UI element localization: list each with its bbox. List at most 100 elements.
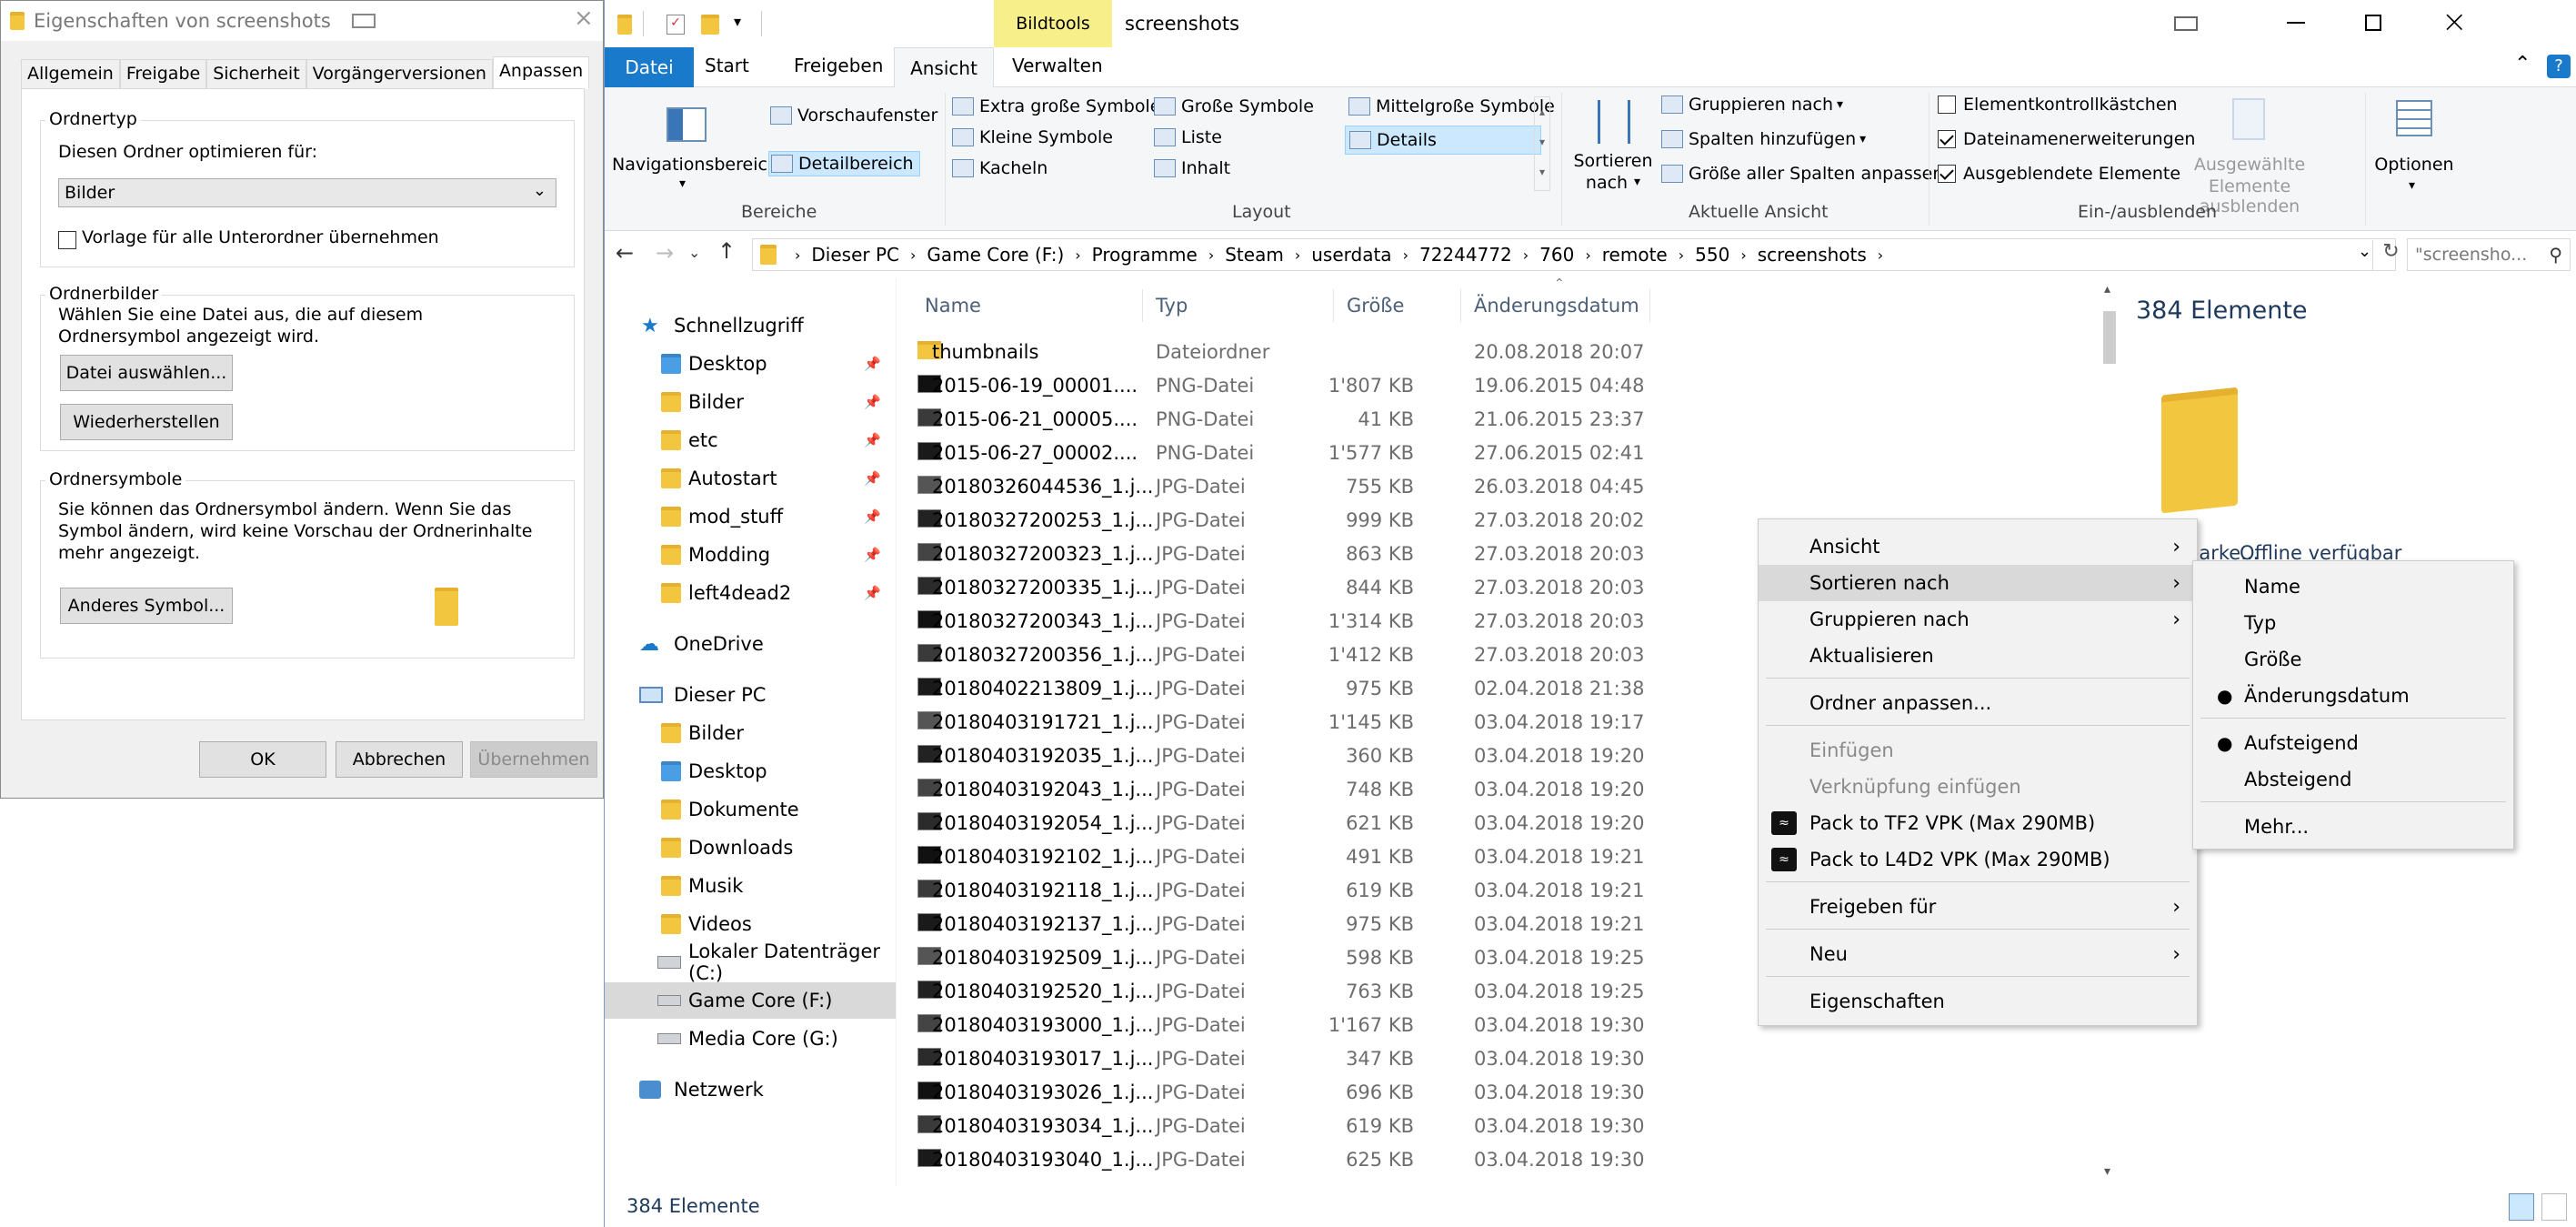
menu-item-aktualisieren[interactable]: Aktualisieren xyxy=(1759,638,2197,674)
hide-selected-button[interactable]: Ausgewählte Elemente ausblenden xyxy=(2163,95,2336,216)
pin-icon[interactable]: 📌 xyxy=(864,356,881,372)
pin-window-icon[interactable] xyxy=(352,14,376,28)
menu-item-sortieren-nach[interactable]: Sortieren nach › xyxy=(1759,565,2197,601)
nav-pc-musik[interactable]: Musik xyxy=(605,868,896,904)
tab-start[interactable]: Start xyxy=(705,55,749,76)
forward-arrow-icon[interactable]: → xyxy=(656,240,674,266)
layout-large[interactable]: Große Symbole xyxy=(1154,96,1314,116)
breadcrumb-programme[interactable]: Programme xyxy=(1092,244,1198,266)
tab-freigabe[interactable]: Freigabe xyxy=(119,59,207,89)
layout-list[interactable]: Liste xyxy=(1154,127,1222,147)
item-checkboxes-toggle[interactable]: Elementkontrollkästchen xyxy=(1938,95,2178,115)
restore-button[interactable]: Wiederherstellen xyxy=(60,404,233,440)
table-row[interactable]: 20180403193034_1.j... JPG-Datei 619 KB 03.0… xyxy=(897,1109,2100,1142)
nav-pc-bilder[interactable]: Bilder xyxy=(605,715,896,751)
layout-details[interactable]: Details xyxy=(1345,126,1541,155)
nav-bilder[interactable]: Bilder 📌 xyxy=(605,384,896,420)
table-row[interactable]: 20180326044536_1.j... JPG-Datei 755 KB 26.0… xyxy=(897,469,2100,503)
sort-more[interactable]: Mehr... xyxy=(2193,809,2513,845)
apply-button[interactable]: Übernehmen xyxy=(470,741,597,778)
qat-dropdown-icon[interactable]: ▾ xyxy=(734,13,741,30)
ribbon-collapse-icon[interactable]: ⌃ xyxy=(2514,53,2531,75)
pin-icon[interactable]: 📌 xyxy=(864,508,881,525)
group-by-button[interactable]: Gruppieren nach ▾ xyxy=(1661,95,1843,115)
column-header-name[interactable]: Name xyxy=(897,289,1143,322)
refresh-icon[interactable]: ↻ xyxy=(2372,240,2409,271)
breadcrumb-remote[interactable]: remote xyxy=(1602,244,1668,266)
menu-item-verknuepfung-einfuegen[interactable]: Verknüpfung einfügen xyxy=(1759,769,2197,805)
column-header-type[interactable]: Typ xyxy=(1145,289,1334,322)
sort-order-aufsteigend[interactable]: ● Aufsteigend xyxy=(2193,725,2513,761)
pin-icon[interactable]: 📌 xyxy=(864,585,881,601)
tab-sicherheit[interactable]: Sicherheit xyxy=(206,59,306,89)
column-header-date[interactable]: Änderungsdatum xyxy=(1463,289,1650,322)
menu-item-neu[interactable]: Neu › xyxy=(1759,936,2197,972)
table-row[interactable]: 2015-06-27_00002.... PNG-Datei 1'577 KB 27.… xyxy=(897,436,2100,469)
other-icon-button[interactable]: Anderes Symbol... xyxy=(60,588,233,624)
tab-vorgaengerversionen[interactable]: Vorgängerversionen xyxy=(306,59,493,89)
ok-button[interactable]: OK xyxy=(199,741,326,778)
nav-pc-desktop[interactable]: Desktop xyxy=(605,753,896,790)
nav-mod-stuff[interactable]: mod_stuff 📌 xyxy=(605,498,896,535)
tab-datei[interactable]: Datei xyxy=(605,47,694,87)
nav-etc[interactable]: etc 📌 xyxy=(605,422,896,458)
file-extensions-checkbox[interactable] xyxy=(1938,130,1956,148)
recent-dropdown-icon[interactable]: ⌄ xyxy=(688,244,700,261)
table-row[interactable]: thumbnails Dateiordner 20.08.2018 20:07 xyxy=(897,335,2100,368)
nav-drive-c[interactable]: Lokaler Datenträger (C:) xyxy=(605,940,896,984)
nav-drive-g[interactable]: Media Core (G:) xyxy=(605,1021,896,1057)
close-icon[interactable]: × xyxy=(2441,4,2468,40)
details-pane-button[interactable]: Detailbereich xyxy=(768,151,920,176)
tab-ansicht[interactable]: Ansicht xyxy=(894,47,994,88)
menu-item-einfuegen[interactable]: Einfügen xyxy=(1759,732,2197,769)
nav-pane-button[interactable]: Navigationsbereich ▾ xyxy=(612,95,778,195)
sort-field-groesse[interactable]: Größe xyxy=(2193,641,2513,678)
nav-desktop[interactable]: Desktop 📌 xyxy=(605,346,896,382)
sort-order-absteigend[interactable]: Absteigend xyxy=(2193,761,2513,798)
layout-extra-large[interactable]: Extra große Symbole xyxy=(952,96,1160,116)
tab-allgemein[interactable]: Allgemein xyxy=(21,59,120,89)
nav-autostart[interactable]: Autostart 📌 xyxy=(605,460,896,497)
layout-content[interactable]: Inhalt xyxy=(1154,158,1230,178)
address-dropdown-icon[interactable]: ⌄ xyxy=(2358,242,2371,261)
layout-medium[interactable]: Mittelgroße Symbole xyxy=(1348,96,1555,116)
breadcrumb-screenshots[interactable]: screenshots xyxy=(1758,244,1867,266)
options-button[interactable]: Optionen ▾ xyxy=(2369,95,2460,196)
nav-pc-dokumente[interactable]: Dokumente xyxy=(605,791,896,828)
breadcrumb-760[interactable]: 760 xyxy=(1539,244,1574,266)
fit-columns-button[interactable]: Größe aller Spalten anpassen xyxy=(1661,164,1943,184)
sort-by-button[interactable]: Sortieren nach ▾ xyxy=(1572,95,1654,196)
item-checkboxes-checkbox[interactable] xyxy=(1938,96,1956,114)
address-bar[interactable]: › Dieser PC › Game Core (F:) › Programme… xyxy=(752,238,2396,271)
breadcrumb-user-id[interactable]: 72244772 xyxy=(1419,244,1512,266)
maximize-icon[interactable] xyxy=(2365,15,2381,31)
sort-field-typ[interactable]: Typ xyxy=(2193,605,2513,641)
minimize-icon[interactable] xyxy=(2287,22,2305,24)
nav-this-pc[interactable]: Dieser PC xyxy=(605,677,896,713)
nav-network[interactable]: Netzwerk xyxy=(605,1071,896,1108)
hidden-items-checkbox[interactable] xyxy=(1938,165,1956,183)
pin-icon[interactable]: 📌 xyxy=(864,470,881,487)
preview-pane-button[interactable]: Vorschaufenster xyxy=(770,106,937,126)
back-arrow-icon[interactable]: ← xyxy=(616,240,634,266)
table-row[interactable]: 2015-06-19_00001.... PNG-Datei 1'807 KB 19.… xyxy=(897,368,2100,402)
nav-modding[interactable]: Modding 📌 xyxy=(605,537,896,573)
nav-drive-f[interactable]: Game Core (F:) xyxy=(605,982,896,1019)
breadcrumb-550[interactable]: 550 xyxy=(1695,244,1729,266)
tab-verwalten[interactable]: Verwalten xyxy=(1012,55,1103,76)
layout-gallery-scroll[interactable]: ▴ ▾ ▾ xyxy=(1534,96,1550,191)
template-checkbox[interactable] xyxy=(58,231,76,249)
sort-field-name[interactable]: Name xyxy=(2193,568,2513,605)
cancel-button[interactable]: Abbrechen xyxy=(336,741,463,778)
breadcrumb-userdata[interactable]: userdata xyxy=(1311,244,1391,266)
file-extensions-toggle[interactable]: Dateinamenerweiterungen xyxy=(1938,129,2195,149)
scroll-up-icon[interactable]: ▴ xyxy=(2104,282,2110,297)
menu-item-pack-l4d2[interactable]: ≈ Pack to L4D2 VPK (Max 290MB) xyxy=(1759,841,2197,878)
nav-quick-access[interactable]: ★ Schnellzugriff xyxy=(605,307,896,344)
table-row[interactable]: 20180403193026_1.j... JPG-Datei 696 KB 03.0… xyxy=(897,1075,2100,1109)
pin-icon[interactable]: 📌 xyxy=(864,432,881,448)
hidden-items-toggle[interactable]: Ausgeblendete Elemente xyxy=(1938,164,2180,184)
menu-item-ansicht[interactable]: Ansicht › xyxy=(1759,528,2197,565)
nav-pc-downloads[interactable]: Downloads xyxy=(605,830,896,866)
optimize-select[interactable]: Bilder ⌄ xyxy=(58,178,556,207)
